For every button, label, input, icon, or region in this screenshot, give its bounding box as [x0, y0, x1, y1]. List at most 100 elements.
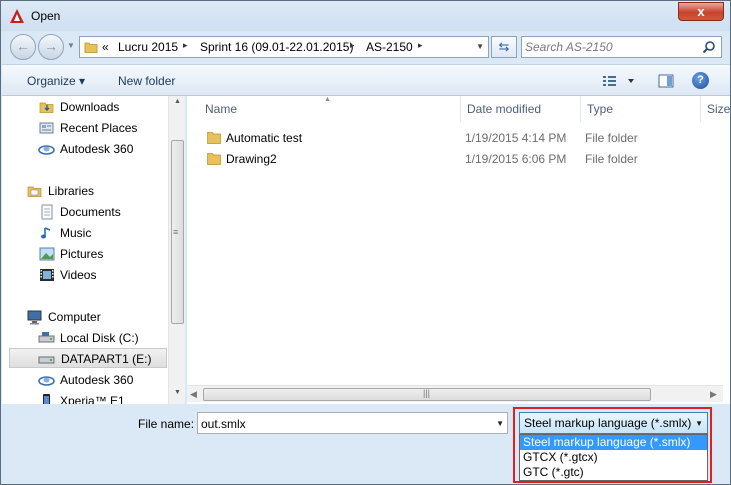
pictures-icon	[39, 247, 55, 261]
file-type: File folder	[585, 131, 638, 145]
file-name-combobox[interactable]: ▼	[197, 412, 508, 434]
disk-icon	[38, 332, 55, 343]
help-button[interactable]: ?	[692, 72, 709, 89]
column-header-name[interactable]: Name	[199, 96, 461, 122]
column-header-date-modified[interactable]: Date modified	[461, 96, 581, 122]
folder-icon	[207, 153, 221, 165]
autocad-logo-icon	[10, 9, 24, 23]
refresh-button[interactable]: ⇆	[491, 36, 517, 58]
nav-item-label: Libraries	[48, 184, 95, 198]
file-type-select[interactable]: Steel markup language (*.smlx) ▼	[519, 412, 708, 434]
column-header-type[interactable]: Type	[581, 96, 701, 122]
file-name-input[interactable]	[201, 416, 481, 431]
scroll-grip-icon: ≡	[173, 227, 179, 237]
phone-icon	[43, 394, 50, 404]
libraries-icon	[27, 186, 42, 197]
computer-icon	[27, 310, 42, 325]
search-icon[interactable]	[702, 40, 716, 54]
documents-icon	[41, 204, 53, 220]
nav-item-label: Autodesk 360	[60, 142, 134, 156]
refresh-icon: ⇆	[498, 39, 510, 54]
nav-item-label: Autodesk 360	[60, 373, 134, 387]
nav-item-label: Pictures	[60, 247, 104, 261]
nav-item-downloads[interactable]: Downloads	[38, 97, 178, 117]
breadcrumb-overflow[interactable]: «	[102, 40, 109, 54]
nav-item-label: Xperia™ E1	[60, 394, 125, 404]
open-dialog: Open x ← → ▼ « Lucru 2015 ▸ Sprint 16 (0…	[0, 0, 731, 485]
new-folder-button[interactable]: New folder	[118, 74, 175, 88]
disk-icon	[38, 356, 55, 364]
nav-item-libraries[interactable]: Libraries	[26, 181, 166, 201]
nav-item-pictures[interactable]: Pictures	[38, 244, 178, 264]
chevron-down-icon[interactable]: ▼	[695, 419, 703, 428]
nav-item-recent-places[interactable]: Recent Places	[38, 118, 178, 138]
breadcrumb-separator[interactable]: ▸	[350, 40, 355, 51]
nav-item-datapart1-e[interactable]: DATAPART1 (E:)	[9, 348, 167, 368]
file-type-dropdown-list: Steel markup language (*.smlx) GTCX (*.g…	[519, 434, 708, 481]
nav-item-xperia-e1[interactable]: Xperia™ E1	[38, 391, 178, 404]
nav-item-label: Local Disk (C:)	[60, 331, 139, 345]
nav-item-label: Computer	[48, 310, 101, 324]
recent-places-icon	[39, 122, 54, 134]
address-bar[interactable]: « Lucru 2015 ▸ Sprint 16 (09.01-22.01.20…	[79, 36, 489, 58]
file-name: Automatic test	[226, 131, 303, 145]
nav-item-documents[interactable]: Documents	[38, 202, 178, 222]
file-date: 1/19/2015 6:06 PM	[465, 152, 567, 166]
file-name-label: File name:	[138, 417, 195, 431]
recent-locations-dropdown[interactable]: ▼	[67, 41, 75, 50]
nav-item-videos[interactable]: Videos	[38, 265, 178, 285]
preview-pane-icon[interactable]	[658, 73, 674, 89]
file-type-option-gtcx[interactable]: GTCX (*.gtcx)	[520, 450, 707, 465]
command-toolbar: Organize ▾ New folder ?	[2, 64, 730, 96]
nav-item-local-disk-c[interactable]: Local Disk (C:)	[38, 328, 178, 348]
scroll-left-arrow-icon[interactable]: ◀	[190, 389, 197, 400]
breadcrumb-lucru-2015[interactable]: Lucru 2015	[118, 40, 178, 54]
column-header-size[interactable]: Size	[701, 96, 730, 122]
file-list: ▲ Name Date modified Type Size Automatic…	[187, 96, 730, 404]
downloads-icon	[39, 102, 54, 113]
videos-icon	[40, 269, 54, 281]
nav-scrollbar[interactable]: ▲ ≡ ▼	[168, 96, 185, 404]
breadcrumb-as-2150[interactable]: AS-2150	[366, 40, 413, 54]
file-list-horizontal-scrollbar[interactable]: ◀ ||| ▶	[187, 385, 723, 402]
close-button[interactable]: x	[678, 2, 724, 21]
file-type-option-smlx[interactable]: Steel markup language (*.smlx)	[520, 435, 707, 450]
nav-item-label: Videos	[60, 268, 97, 282]
search-box[interactable]	[521, 36, 722, 58]
nav-item-autodesk-360-2[interactable]: Autodesk 360	[38, 370, 178, 390]
nav-item-autodesk-360[interactable]: Autodesk 360	[38, 139, 178, 159]
nav-item-label: Recent Places	[60, 121, 138, 135]
breadcrumb-separator[interactable]: ▸	[418, 40, 423, 51]
table-row[interactable]: Automatic test 1/19/2015 4:14 PM File fo…	[203, 128, 730, 148]
cloud-icon	[38, 145, 55, 155]
breadcrumb-sprint-16[interactable]: Sprint 16 (09.01-22.01.2015)	[200, 40, 353, 54]
forward-button[interactable]: →	[38, 34, 64, 60]
folder-icon	[84, 42, 98, 53]
file-type-option-gtc[interactable]: GTC (*.gtc)	[520, 465, 707, 480]
breadcrumb-separator[interactable]: ▸	[183, 40, 188, 51]
file-name: Drawing2	[226, 152, 277, 166]
folder-icon	[207, 132, 221, 144]
table-row[interactable]: Drawing2 1/19/2015 6:06 PM File folder	[203, 149, 730, 169]
nav-item-label: Music	[60, 226, 92, 240]
nav-item-label: Documents	[60, 205, 121, 219]
back-button[interactable]: ←	[10, 34, 36, 60]
scroll-down-arrow-icon[interactable]: ▼	[169, 389, 186, 396]
address-dropdown[interactable]: ▼	[476, 42, 484, 51]
forward-arrow-icon: →	[44, 38, 58, 54]
chevron-down-icon[interactable]: ▼	[496, 419, 504, 428]
cloud-icon	[38, 376, 55, 386]
file-type: File folder	[585, 152, 638, 166]
scroll-up-arrow-icon[interactable]: ▲	[169, 98, 186, 105]
nav-item-music[interactable]: Music	[38, 223, 178, 243]
scroll-grip-icon: |||	[423, 388, 431, 398]
nav-item-label: DATAPART1 (E:)	[61, 352, 152, 366]
scroll-right-arrow-icon[interactable]: ▶	[710, 389, 717, 400]
organize-menu[interactable]: Organize ▾	[27, 74, 85, 88]
search-input[interactable]	[525, 39, 695, 55]
title-bar[interactable]: Open x	[1, 1, 730, 31]
nav-item-label: Downloads	[60, 100, 120, 114]
music-icon	[41, 227, 51, 239]
change-view-icon[interactable]	[602, 73, 638, 89]
nav-item-computer[interactable]: Computer	[26, 307, 166, 327]
